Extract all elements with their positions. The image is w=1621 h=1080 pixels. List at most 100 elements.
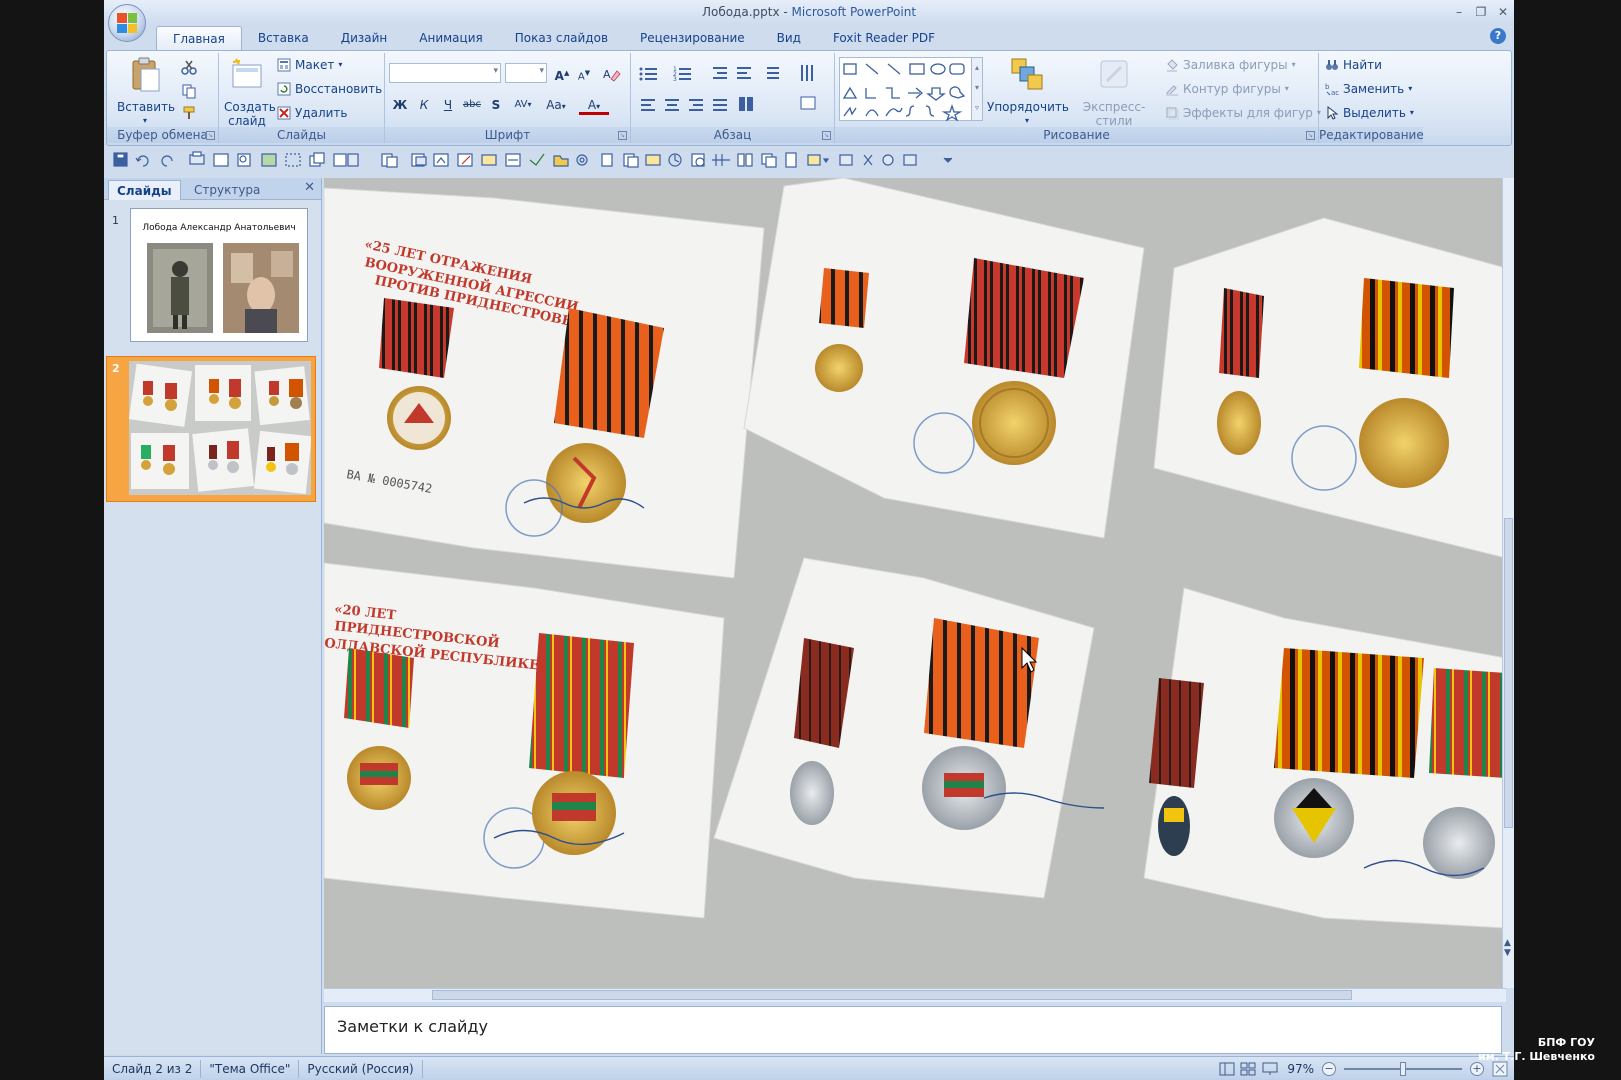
shrink-font-button[interactable]: A▼ bbox=[573, 63, 595, 83]
quick-styles-label: Экспресс-стили bbox=[1082, 100, 1146, 128]
group-slides: Создать слайд Макет ▾ Восстановить Удалит… bbox=[219, 53, 385, 143]
tab-animation[interactable]: Анимация bbox=[403, 26, 498, 50]
zoom-level[interactable]: 97% bbox=[1287, 1062, 1314, 1076]
svg-text:3: 3 bbox=[673, 76, 677, 83]
paste-icon bbox=[132, 57, 160, 92]
arrange-icon bbox=[1011, 58, 1043, 90]
reset-button[interactable]: Восстановить bbox=[277, 79, 382, 99]
group-label-slides: Слайды bbox=[219, 127, 384, 143]
change-case-button[interactable]: Aa▾ bbox=[541, 95, 571, 115]
notes-pane[interactable]: Заметки к слайду bbox=[324, 1006, 1502, 1054]
tab-review[interactable]: Рецензирование bbox=[624, 26, 761, 50]
underline-button[interactable]: Ч bbox=[437, 95, 459, 115]
vertical-scrollbar[interactable]: ▲ ▼ bbox=[1502, 178, 1514, 988]
grow-font-button[interactable]: A▲ bbox=[551, 63, 573, 83]
svg-text:A: A bbox=[603, 68, 611, 81]
copy-icon[interactable] bbox=[181, 83, 197, 99]
char-spacing-button[interactable]: AV▾ bbox=[509, 95, 537, 115]
slide-canvas[interactable]: «25 ЛЕТ ОТРАЖЕНИЯ ВООРУЖЕННОЙ АГРЕССИИ П… bbox=[324, 178, 1506, 988]
horizontal-scroll-thumb[interactable] bbox=[432, 990, 1352, 1000]
find-button[interactable]: Найти bbox=[1325, 55, 1382, 75]
font-size-combo[interactable] bbox=[505, 63, 547, 83]
group-editing: Найти b ac Заменить ▾ Выделить ▾ Редактирова… bbox=[1319, 53, 1424, 143]
paste-dropdown-icon[interactable]: ▾ bbox=[117, 114, 173, 128]
shadow-button[interactable]: S bbox=[485, 95, 507, 115]
reset-icon bbox=[277, 82, 291, 96]
shapes-gallery[interactable] bbox=[839, 57, 979, 122]
font-name-combo[interactable] bbox=[389, 63, 501, 83]
bold-button[interactable]: Ж bbox=[389, 95, 411, 115]
office-logo-icon bbox=[117, 13, 137, 33]
paragraph-tools-icon[interactable]: 123 bbox=[635, 61, 835, 125]
vertical-scroll-thumb[interactable] bbox=[1504, 518, 1513, 828]
arrange-label: Упорядочить bbox=[987, 100, 1069, 114]
paste-button[interactable]: Вставить ▾ bbox=[117, 57, 176, 128]
cursor-arrow-icon bbox=[1327, 106, 1339, 120]
select-button[interactable]: Выделить ▾ bbox=[1325, 103, 1414, 123]
zoom-in-icon[interactable]: + bbox=[1470, 1062, 1484, 1076]
view-buttons-icon[interactable] bbox=[1219, 1062, 1279, 1076]
shape-outline-button[interactable]: Контур фигуры ▾ bbox=[1165, 79, 1289, 99]
replace-button[interactable]: b ac Заменить ▾ bbox=[1325, 79, 1412, 99]
close-panel-icon[interactable]: ✕ bbox=[304, 180, 315, 195]
shapes-scroll-icon[interactable]: ▴ ▾ ▿ bbox=[971, 57, 983, 121]
layout-button[interactable]: Макет ▾ bbox=[277, 55, 342, 75]
tab-slides[interactable]: Слайды bbox=[108, 180, 181, 200]
format-painter-icon[interactable] bbox=[181, 105, 197, 121]
clear-format-icon[interactable]: A bbox=[601, 65, 621, 83]
clipboard-launcher-icon[interactable]: ↘ bbox=[206, 131, 215, 140]
new-slide-button[interactable]: Создать слайд bbox=[221, 57, 276, 128]
zoom-slider-thumb[interactable] bbox=[1400, 1062, 1406, 1076]
binoculars-icon bbox=[1326, 60, 1338, 70]
tab-home[interactable]: Главная bbox=[156, 26, 242, 50]
watermark-text: БПФ ГОУ им. Т.Г. Шевченко bbox=[1455, 1036, 1595, 1064]
font-color-label: A bbox=[587, 98, 597, 112]
quick-styles-icon bbox=[1100, 60, 1128, 88]
italic-button[interactable]: К bbox=[413, 95, 435, 115]
quick-access-toolbar bbox=[106, 148, 1512, 172]
slide-thumbnail-1[interactable]: Лобода Александр Анатольевич bbox=[130, 208, 308, 342]
font-launcher-icon[interactable]: ↘ bbox=[618, 131, 627, 140]
paragraph-launcher-icon[interactable]: ↘ bbox=[822, 131, 831, 140]
slide-number-1: 1 bbox=[112, 214, 119, 227]
layout-label: Макет bbox=[295, 58, 335, 72]
close-icon[interactable]: ✕ bbox=[1496, 5, 1510, 19]
tab-foxit[interactable]: Foxit Reader PDF bbox=[817, 26, 951, 50]
paste-label: Вставить bbox=[117, 100, 176, 114]
delete-slide-button[interactable]: Удалить bbox=[277, 103, 348, 123]
layout-icon bbox=[277, 58, 291, 72]
arrange-button[interactable]: Упорядочить ▾ bbox=[987, 57, 1069, 128]
font-color-button[interactable]: A▾ bbox=[579, 95, 609, 115]
slide-image-medals: «25 ЛЕТ ОТРАЖЕНИЯ ВООРУЖЕННОЙ АГРЕССИИ П… bbox=[324, 178, 1506, 988]
group-label-editing: Редактирование bbox=[1319, 127, 1424, 143]
slides-panel: Слайды Структура ✕ 1 Лобода Александр Ан… bbox=[104, 178, 322, 1054]
drawing-launcher-icon[interactable]: ↘ bbox=[1306, 131, 1315, 140]
restore-icon[interactable]: ❐ bbox=[1474, 5, 1488, 19]
group-clipboard: Вставить ▾ Буфер обмена ↘ bbox=[107, 53, 219, 143]
tab-outline[interactable]: Структура bbox=[186, 180, 268, 200]
strikethrough-button[interactable]: abc bbox=[461, 95, 483, 115]
tab-insert[interactable]: Вставка bbox=[242, 26, 325, 50]
slide-thumbnail-2-selected[interactable] bbox=[106, 356, 316, 502]
window-filename: Лобода.pptx bbox=[701, 5, 780, 19]
office-button[interactable] bbox=[108, 4, 146, 42]
horizontal-scrollbar[interactable] bbox=[324, 988, 1506, 1002]
shapes-icon bbox=[842, 63, 966, 122]
tab-design[interactable]: Дизайн bbox=[325, 26, 404, 50]
shape-fill-button[interactable]: Заливка фигуры ▾ bbox=[1165, 55, 1296, 75]
quick-access-icons[interactable] bbox=[112, 151, 952, 169]
zoom-out-icon[interactable]: − bbox=[1322, 1062, 1336, 1076]
tab-view[interactable]: Вид bbox=[761, 26, 817, 50]
tab-slideshow[interactable]: Показ слайдов bbox=[499, 26, 624, 50]
minimize-icon[interactable]: – bbox=[1452, 5, 1466, 19]
shape-effects-button[interactable]: Эффекты для фигур ▾ bbox=[1165, 103, 1321, 123]
cut-icon[interactable] bbox=[181, 59, 197, 75]
status-language[interactable]: Русский (Россия) bbox=[299, 1059, 423, 1078]
slides-panel-tabs: Слайды Структура ✕ bbox=[104, 178, 321, 200]
select-label: Выделить bbox=[1343, 106, 1406, 120]
help-icon[interactable]: ? bbox=[1490, 28, 1506, 44]
effects-icon bbox=[1166, 107, 1179, 120]
prev-next-slide-icon[interactable]: ▲ ▼ bbox=[1504, 938, 1511, 958]
zoom-slider[interactable] bbox=[1344, 1062, 1462, 1076]
status-theme[interactable]: "Тема Office" bbox=[201, 1059, 300, 1078]
